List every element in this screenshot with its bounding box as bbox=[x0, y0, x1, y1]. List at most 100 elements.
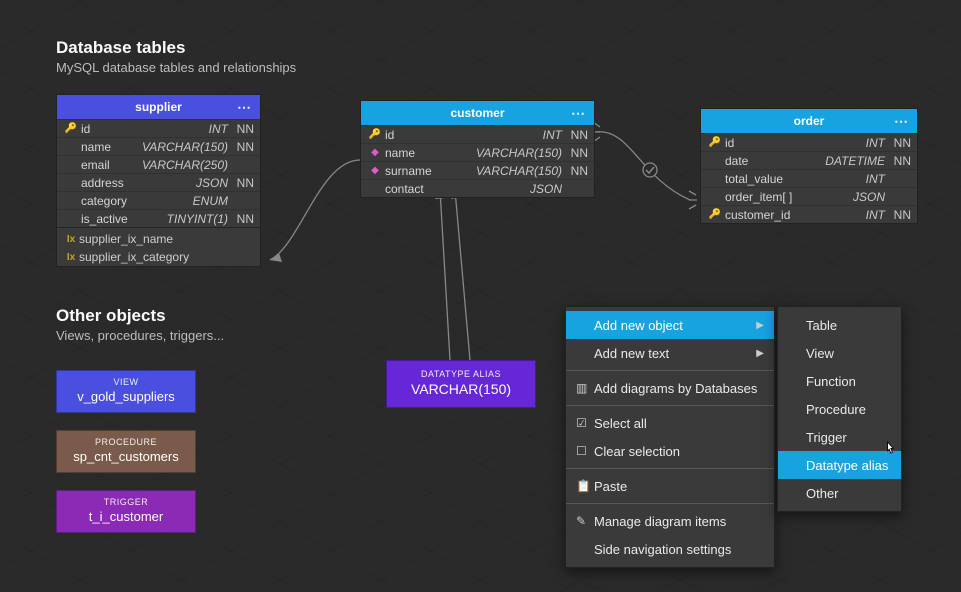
column-type: JSON bbox=[809, 190, 885, 204]
column-notnull: NN bbox=[228, 122, 254, 136]
context-submenu[interactable]: TableViewFunctionProcedureTriggerDatatyp… bbox=[777, 306, 902, 512]
column-name: category bbox=[79, 194, 152, 208]
column-key-icon: 🔑 bbox=[707, 209, 723, 220]
table-title: customer bbox=[450, 106, 504, 120]
table-column-row[interactable]: dateDATETIMENN bbox=[701, 151, 917, 169]
menu-item[interactable]: 📋Paste bbox=[566, 472, 774, 500]
table-column-row[interactable]: addressJSONNN bbox=[57, 173, 260, 191]
menu-item-icon: ✎ bbox=[576, 514, 594, 528]
object-kind: TRIGGER bbox=[61, 497, 191, 507]
table-column-row[interactable]: categoryENUM bbox=[57, 191, 260, 209]
table-column-row[interactable]: total_valueINT bbox=[701, 169, 917, 187]
table-column-row[interactable]: ◆surnameVARCHAR(150)NN bbox=[361, 161, 594, 179]
object-view[interactable]: VIEW v_gold_suppliers bbox=[56, 370, 196, 413]
column-key-icon: ◆ bbox=[367, 165, 383, 176]
context-menu[interactable]: Add new object▶Add new text▶▥Add diagram… bbox=[565, 306, 775, 568]
table-menu-icon[interactable]: ⋯ bbox=[894, 109, 909, 133]
menu-item[interactable]: ☐Clear selection bbox=[566, 437, 774, 465]
section-other-objects: Other objects Views, procedures, trigger… bbox=[56, 306, 224, 343]
menu-item[interactable]: Side navigation settings bbox=[566, 535, 774, 563]
column-key-icon: 🔑 bbox=[707, 137, 723, 148]
table-index-row[interactable]: Ixsupplier_ix_category bbox=[57, 248, 260, 266]
menu-item[interactable]: Table bbox=[778, 311, 901, 339]
column-notnull: NN bbox=[562, 128, 588, 142]
section-database-tables: Database tables MySQL database tables an… bbox=[56, 38, 296, 75]
menu-item[interactable]: Other bbox=[778, 479, 901, 507]
column-name: total_value bbox=[723, 172, 809, 186]
table-supplier[interactable]: supplier ⋯ 🔑idINTNNnameVARCHAR(150)NNema… bbox=[56, 94, 261, 267]
menu-item[interactable]: ✎Manage diagram items bbox=[566, 507, 774, 535]
column-type: TINYINT(1) bbox=[152, 212, 228, 226]
table-column-row[interactable]: 🔑idINTNN bbox=[57, 119, 260, 137]
table-column-row[interactable]: 🔑idINTNN bbox=[361, 125, 594, 143]
menu-item-label: Add new text bbox=[594, 346, 756, 361]
table-header[interactable]: order ⋯ bbox=[701, 109, 917, 133]
table-menu-icon[interactable]: ⋯ bbox=[237, 95, 252, 119]
menu-item[interactable]: ▥Add diagrams by Databases bbox=[566, 374, 774, 402]
menu-item-label: Datatype alias bbox=[806, 458, 891, 473]
column-type: INT bbox=[809, 172, 885, 186]
table-order[interactable]: order ⋯ 🔑idINTNNdateDATETIMENNtotal_valu… bbox=[700, 108, 918, 224]
menu-item[interactable]: View bbox=[778, 339, 901, 367]
menu-item[interactable]: Procedure bbox=[778, 395, 901, 423]
section-title: Database tables bbox=[56, 38, 296, 58]
column-type: ENUM bbox=[152, 194, 228, 208]
menu-item-label: Manage diagram items bbox=[594, 514, 764, 529]
menu-item[interactable]: Function bbox=[778, 367, 901, 395]
object-kind: PROCEDURE bbox=[61, 437, 191, 447]
column-type: VARCHAR(150) bbox=[476, 146, 562, 160]
index-icon: Ix bbox=[63, 234, 79, 245]
column-type: INT bbox=[486, 128, 562, 142]
column-name: is_active bbox=[79, 212, 152, 226]
index-name: supplier_ix_name bbox=[79, 232, 173, 246]
table-title: order bbox=[794, 114, 825, 128]
section-title: Other objects bbox=[56, 306, 224, 326]
menu-item[interactable]: ☑Select all bbox=[566, 409, 774, 437]
column-notnull: NN bbox=[562, 164, 588, 178]
column-notnull: NN bbox=[228, 212, 254, 226]
menu-item-label: Other bbox=[806, 486, 891, 501]
column-name: id bbox=[383, 128, 486, 142]
column-name: id bbox=[723, 136, 809, 150]
menu-separator bbox=[566, 370, 774, 371]
table-column-row[interactable]: is_activeTINYINT(1)NN bbox=[57, 209, 260, 227]
column-type: INT bbox=[809, 136, 885, 150]
column-key-icon: ◆ bbox=[367, 147, 383, 158]
menu-item[interactable]: Add new text▶ bbox=[566, 339, 774, 367]
column-name: contact bbox=[383, 182, 486, 196]
menu-item-icon: ▥ bbox=[576, 381, 594, 395]
table-customer[interactable]: customer ⋯ 🔑idINTNN◆nameVARCHAR(150)NN◆s… bbox=[360, 100, 595, 198]
index-name: supplier_ix_category bbox=[79, 250, 189, 264]
column-type: VARCHAR(250) bbox=[142, 158, 228, 172]
table-menu-icon[interactable]: ⋯ bbox=[571, 101, 586, 125]
chevron-right-icon: ▶ bbox=[756, 348, 764, 359]
table-column-row[interactable]: ◆nameVARCHAR(150)NN bbox=[361, 143, 594, 161]
table-column-row[interactable]: nameVARCHAR(150)NN bbox=[57, 137, 260, 155]
column-notnull: NN bbox=[228, 176, 254, 190]
table-column-row[interactable]: contactJSON bbox=[361, 179, 594, 197]
menu-item[interactable]: Add new object▶ bbox=[566, 311, 774, 339]
table-index-row[interactable]: Ixsupplier_ix_name bbox=[57, 230, 260, 248]
menu-separator bbox=[566, 405, 774, 406]
menu-item-label: Paste bbox=[594, 479, 764, 494]
table-column-row[interactable]: emailVARCHAR(250) bbox=[57, 155, 260, 173]
column-type: INT bbox=[809, 208, 885, 222]
column-type: DATETIME bbox=[809, 154, 885, 168]
object-name: sp_cnt_customers bbox=[61, 449, 191, 464]
table-title: supplier bbox=[135, 100, 182, 114]
column-name: order_item[ ] bbox=[723, 190, 809, 204]
menu-item-label: Side navigation settings bbox=[594, 542, 764, 557]
column-notnull: NN bbox=[885, 208, 911, 222]
menu-separator bbox=[566, 503, 774, 504]
table-column-row[interactable]: 🔑customer_idINTNN bbox=[701, 205, 917, 223]
column-name: surname bbox=[383, 164, 476, 178]
object-datatype-alias[interactable]: DATATYPE ALIAS VARCHAR(150) bbox=[386, 360, 536, 408]
object-trigger[interactable]: TRIGGER t_i_customer bbox=[56, 490, 196, 533]
table-header[interactable]: supplier ⋯ bbox=[57, 95, 260, 119]
table-header[interactable]: customer ⋯ bbox=[361, 101, 594, 125]
object-procedure[interactable]: PROCEDURE sp_cnt_customers bbox=[56, 430, 196, 473]
table-column-row[interactable]: 🔑idINTNN bbox=[701, 133, 917, 151]
menu-item-icon: ☐ bbox=[576, 444, 594, 458]
menu-item-icon: ☑ bbox=[576, 416, 594, 430]
table-column-row[interactable]: order_item[ ]JSON bbox=[701, 187, 917, 205]
